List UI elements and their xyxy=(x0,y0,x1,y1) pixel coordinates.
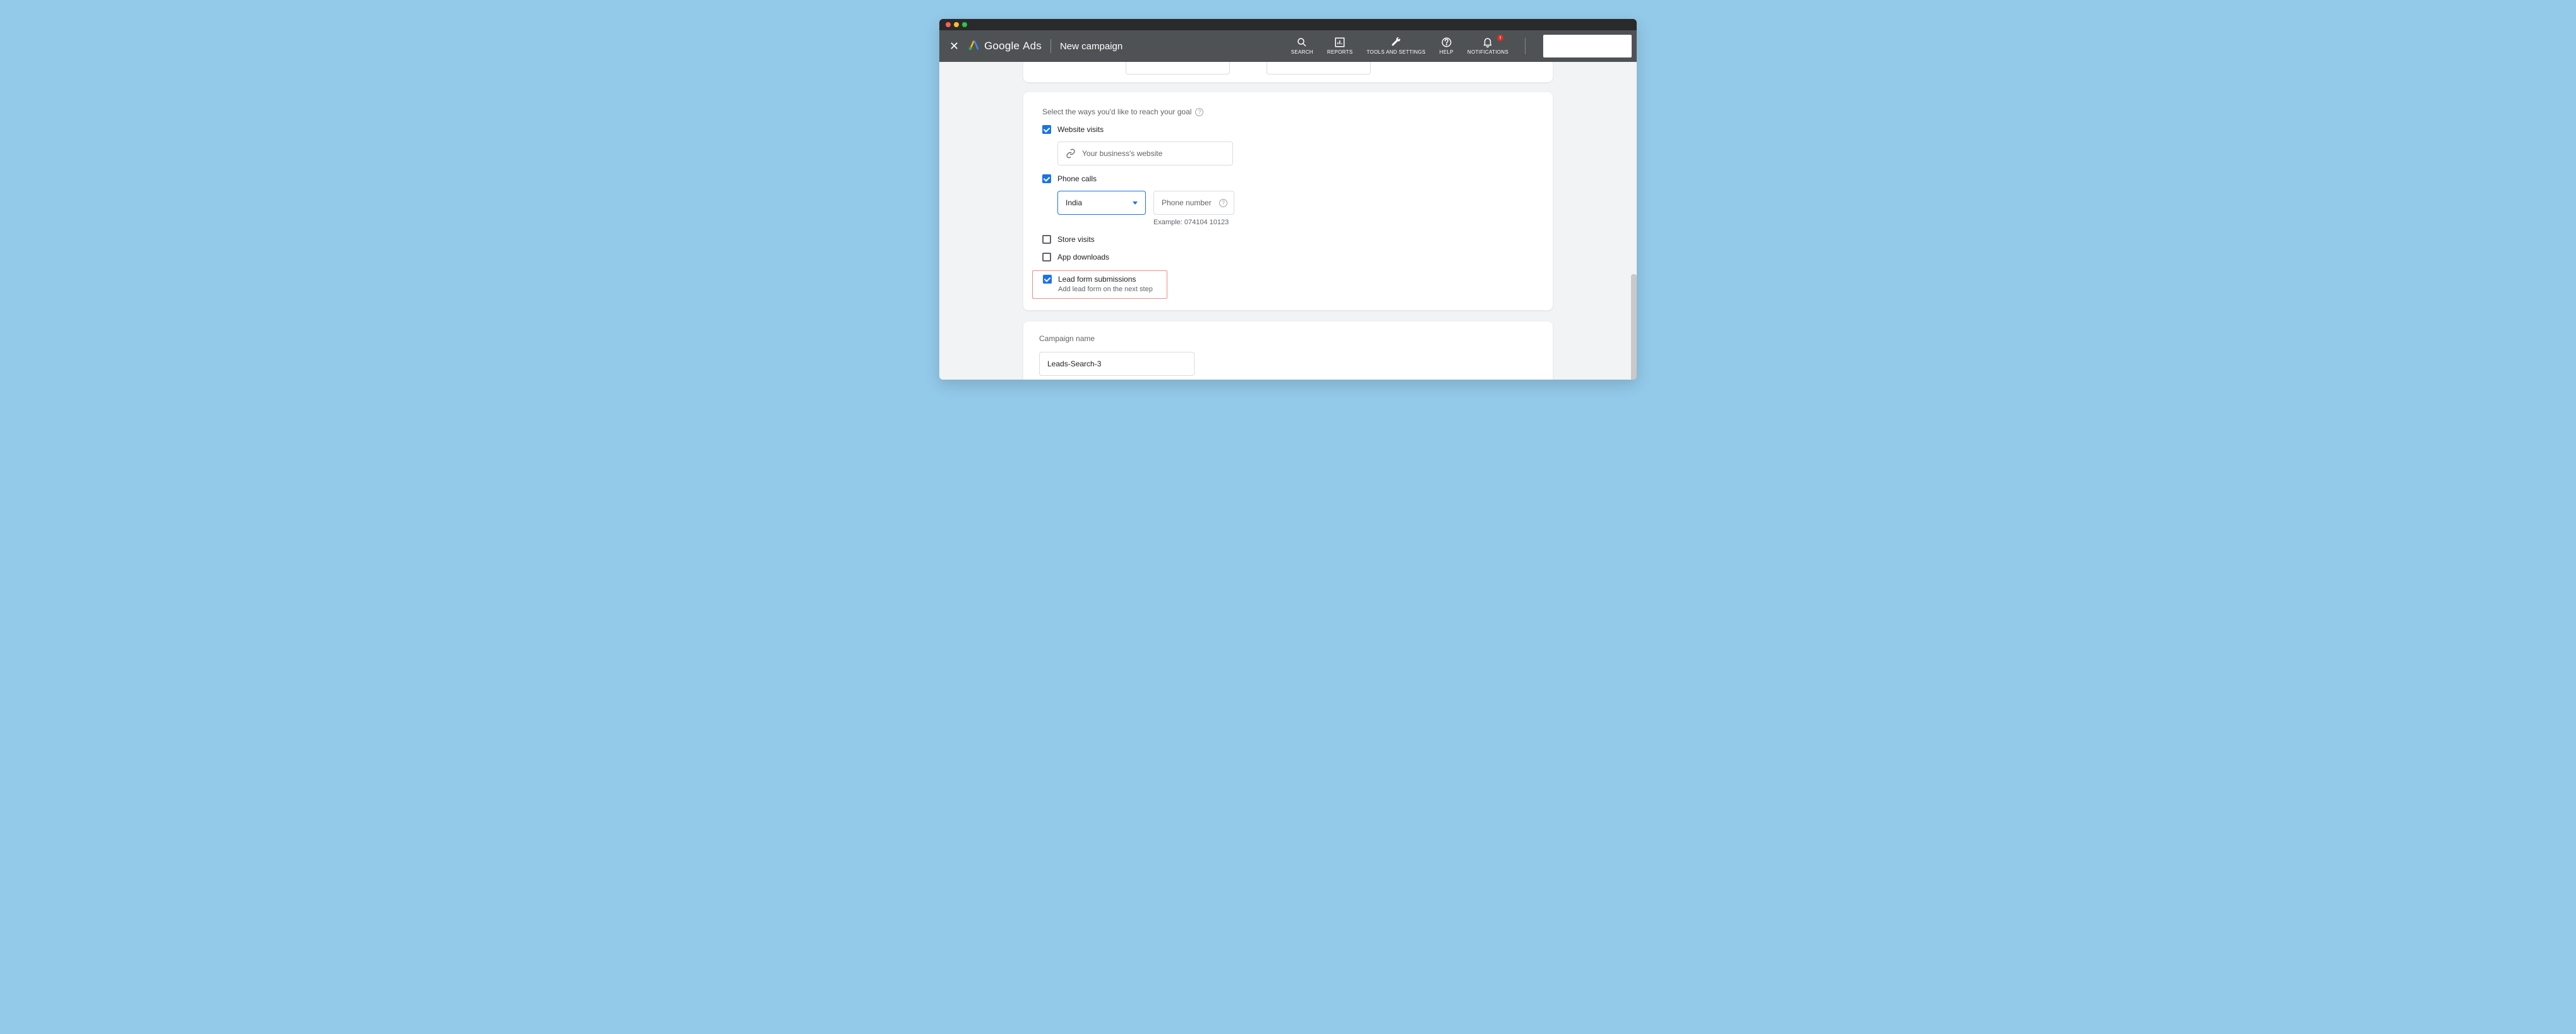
campaign-name-label: Campaign name xyxy=(1039,334,1534,343)
header-actions: SEARCH REPORTS TOOLS AND SETTINGS HELP !… xyxy=(1291,35,1632,57)
reports-button[interactable]: REPORTS xyxy=(1327,37,1353,56)
country-select[interactable]: India xyxy=(1057,191,1146,215)
close-icon[interactable]: ✕ xyxy=(949,40,959,53)
option-app-downloads: App downloads xyxy=(1042,253,1534,262)
campaign-name-card: Campaign name xyxy=(1023,322,1553,380)
help-tooltip-icon[interactable]: ? xyxy=(1195,108,1203,116)
phone-placeholder: Phone number xyxy=(1162,198,1212,207)
page-title: New campaign xyxy=(1060,41,1122,52)
reports-icon xyxy=(1334,37,1345,48)
wrench-icon xyxy=(1390,37,1402,48)
checkbox-lead-form[interactable] xyxy=(1043,275,1052,284)
lead-form-subtext: Add lead form on the next step xyxy=(1058,286,1160,293)
campaign-type-tile-fragment-2[interactable]: and more xyxy=(1267,62,1371,75)
campaign-type-tile-fragment-1[interactable]: across the web xyxy=(1126,62,1230,75)
notifications-button[interactable]: ! NOTIFICATIONS xyxy=(1467,37,1508,56)
option-website-visits: Website visits Your business's website xyxy=(1042,125,1534,165)
brand-text: Google Ads xyxy=(984,40,1042,52)
content-area: across the web and more Select the ways … xyxy=(939,62,1637,380)
checkbox-store-visits[interactable] xyxy=(1042,235,1051,244)
tools-button[interactable]: TOOLS AND SETTINGS xyxy=(1367,37,1426,56)
header-divider xyxy=(1050,39,1051,53)
window-minimize-dot[interactable] xyxy=(954,22,959,27)
goal-reach-card: Select the ways you'd like to reach your… xyxy=(1023,92,1553,310)
window-titlebar xyxy=(939,19,1637,30)
ads-logo-icon xyxy=(968,39,980,54)
label-phone-calls: Phone calls xyxy=(1057,174,1097,183)
label-store-visits: Store visits xyxy=(1057,235,1095,244)
section-title: Select the ways you'd like to reach your… xyxy=(1042,107,1534,116)
window-close-dot[interactable] xyxy=(946,22,951,27)
help-button[interactable]: HELP xyxy=(1440,37,1454,56)
link-icon xyxy=(1066,148,1076,159)
campaign-name-input[interactable] xyxy=(1039,352,1195,376)
chevron-down-icon xyxy=(1133,201,1138,205)
window-maximize-dot[interactable] xyxy=(962,22,967,27)
label-website-visits: Website visits xyxy=(1057,125,1104,134)
bell-icon xyxy=(1482,37,1493,48)
search-button[interactable]: SEARCH xyxy=(1291,37,1313,56)
label-app-downloads: App downloads xyxy=(1057,253,1109,262)
website-placeholder: Your business's website xyxy=(1082,149,1162,158)
option-store-visits: Store visits xyxy=(1042,235,1534,244)
phone-example: Example: 074104 10123 xyxy=(1153,219,1234,226)
label-lead-form: Lead form submissions xyxy=(1058,275,1136,284)
phone-number-input[interactable]: Phone number ? xyxy=(1153,191,1234,215)
country-value: India xyxy=(1066,198,1082,207)
account-box[interactable] xyxy=(1543,35,1632,57)
checkbox-app-downloads[interactable] xyxy=(1042,253,1051,262)
notification-badge: ! xyxy=(1497,35,1503,41)
scrollbar-thumb[interactable] xyxy=(1631,274,1637,380)
campaign-type-card-fragment: across the web and more xyxy=(1023,62,1553,82)
option-phone-calls: Phone calls India Phone number ? Example… xyxy=(1042,174,1534,226)
phone-help-icon[interactable]: ? xyxy=(1219,199,1227,207)
header-divider-2 xyxy=(1525,38,1526,54)
app-window: ✕ Google Ads New campaign SEARCH REPORTS… xyxy=(939,19,1637,380)
help-icon xyxy=(1441,37,1452,48)
checkbox-phone-calls[interactable] xyxy=(1042,174,1051,183)
lead-form-highlight: Lead form submissions Add lead form on t… xyxy=(1032,270,1167,299)
checkbox-website-visits[interactable] xyxy=(1042,125,1051,134)
app-header: ✕ Google Ads New campaign SEARCH REPORTS… xyxy=(939,30,1637,62)
tools-label: TOOLS AND SETTINGS xyxy=(1367,50,1426,56)
brand-logo[interactable]: Google Ads xyxy=(968,39,1042,54)
website-input[interactable]: Your business's website xyxy=(1057,141,1233,165)
search-icon xyxy=(1296,37,1308,48)
